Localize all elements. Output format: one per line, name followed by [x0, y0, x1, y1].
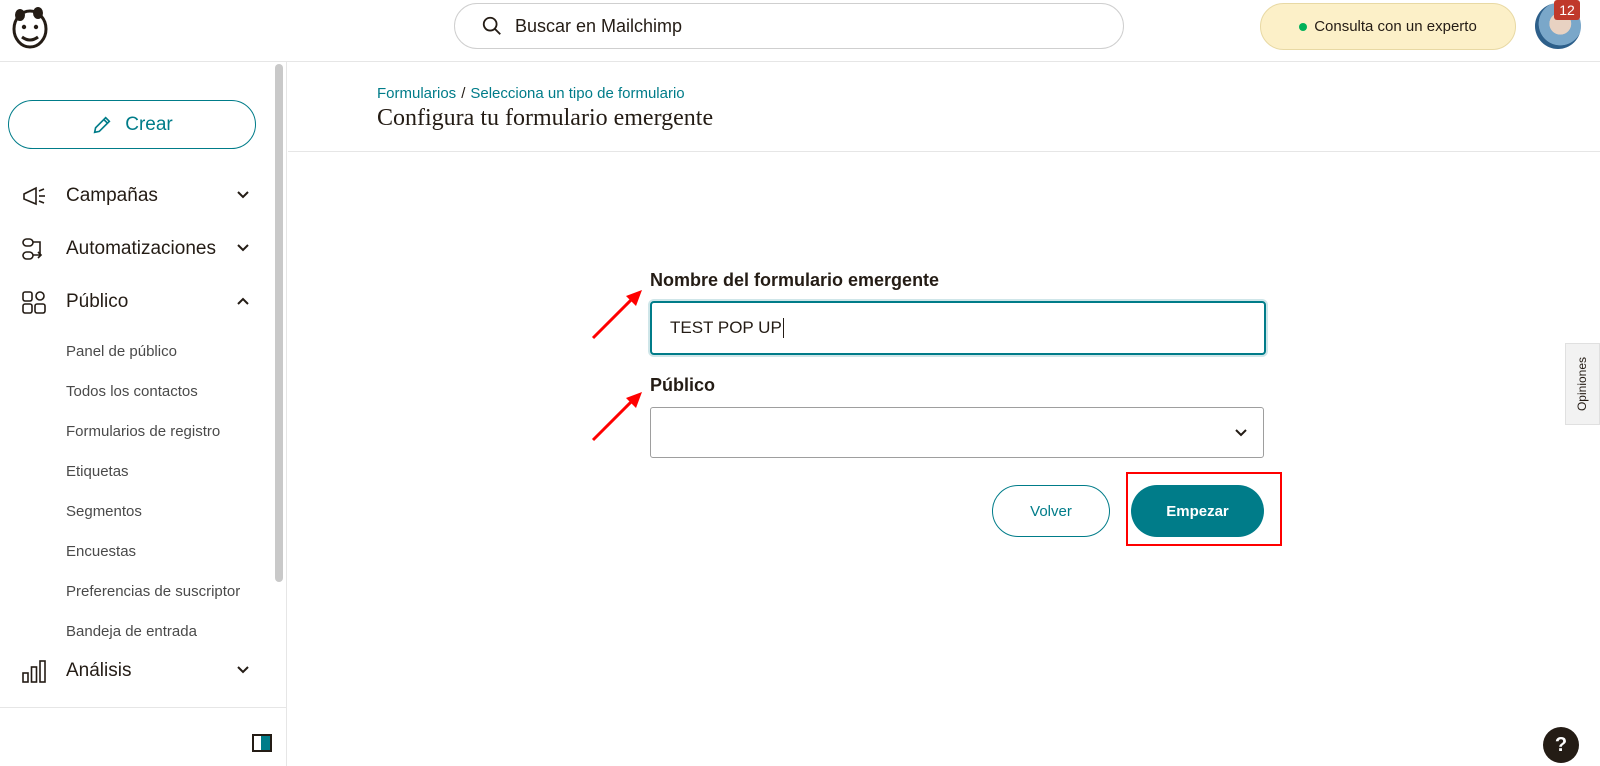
- create-label: Crear: [125, 113, 173, 135]
- megaphone-icon: [23, 186, 45, 206]
- sidebar-subitem-audience-dashboard[interactable]: Panel de público: [66, 343, 177, 360]
- top-bar: Buscar en Mailchimp Consulta con un expe…: [0, 0, 1600, 62]
- sidebar-item-automations[interactable]: Automatizaciones: [20, 229, 256, 269]
- popup-name-value: TEST POP UP: [670, 318, 782, 337]
- sidebar-item-audience[interactable]: Público: [20, 282, 256, 322]
- annotation-highlight-box: [1126, 472, 1282, 546]
- sidebar-subitem-tags[interactable]: Etiquetas: [66, 463, 129, 480]
- sidebar-item-campaigns[interactable]: Campañas: [20, 176, 256, 216]
- sidebar-scrollbar[interactable]: [275, 64, 283, 582]
- chevron-down-icon: [237, 244, 249, 252]
- page-title: Configura tu formulario emergente: [377, 105, 714, 131]
- expert-consult-button[interactable]: Consulta con un experto: [1260, 3, 1516, 50]
- popup-name-label: Nombre del formulario emergente: [650, 270, 940, 290]
- breadcrumb-separator: /: [461, 85, 466, 102]
- automation-icon: [22, 238, 43, 260]
- sidebar-item-label: Público: [66, 291, 129, 312]
- feedback-tab[interactable]: Opiniones: [1565, 343, 1600, 425]
- chevron-up-icon: [237, 297, 249, 305]
- audience-select[interactable]: [650, 407, 1264, 458]
- notification-badge: 12: [1554, 0, 1580, 20]
- feedback-label: Opiniones: [1575, 356, 1590, 412]
- sidebar-subitem-segments[interactable]: Segmentos: [66, 503, 142, 520]
- popup-name-input[interactable]: TEST POP UP: [650, 301, 1266, 355]
- search-bar[interactable]: Buscar en Mailchimp: [454, 3, 1124, 49]
- search-placeholder: Buscar en Mailchimp: [515, 15, 683, 36]
- mailchimp-logo-icon[interactable]: [8, 3, 52, 51]
- online-status-icon: [1299, 22, 1308, 31]
- sidebar: Crear Campañas Automatizaciones Público …: [0, 62, 287, 766]
- audience-icon: [22, 291, 46, 314]
- header-divider: [288, 151, 1600, 152]
- sidebar-item-label: Automatizaciones: [66, 238, 216, 259]
- sidebar-footer: [0, 707, 286, 766]
- breadcrumb-link-form-type[interactable]: Selecciona un tipo de formulario: [470, 85, 684, 102]
- text-cursor: [782, 318, 784, 338]
- sidebar-item-analytics[interactable]: Análisis: [20, 651, 256, 691]
- sidebar-subitem-all-contacts[interactable]: Todos los contactos: [66, 383, 198, 400]
- chevron-down-icon: [237, 191, 249, 199]
- breadcrumb-link-forms[interactable]: Formularios: [377, 85, 456, 102]
- chevron-down-icon: [237, 666, 249, 674]
- search-icon: [482, 16, 501, 35]
- collapse-sidebar-icon[interactable]: [252, 734, 272, 752]
- audience-label: Público: [650, 375, 716, 395]
- help-button[interactable]: ?: [1543, 727, 1579, 763]
- annotation-arrow-icon: [591, 392, 642, 442]
- back-button[interactable]: Volver: [992, 485, 1110, 537]
- bar-chart-icon: [22, 660, 46, 683]
- chevron-down-icon: [1235, 429, 1247, 437]
- breadcrumb: Formularios / Selecciona un tipo de formul…: [377, 85, 685, 102]
- annotation-arrow-icon: [591, 290, 642, 340]
- sidebar-subitem-surveys[interactable]: Encuestas: [66, 543, 136, 560]
- sidebar-item-label: Análisis: [66, 660, 132, 681]
- sidebar-subitem-subscriber-preferences[interactable]: Preferencias de suscriptor: [66, 583, 240, 600]
- sidebar-item-label: Campañas: [66, 185, 158, 206]
- create-button[interactable]: Crear: [8, 100, 256, 149]
- sidebar-subitem-inbox[interactable]: Bandeja de entrada: [66, 623, 197, 640]
- pencil-icon: [93, 115, 111, 133]
- expert-consult-label: Consulta con un experto: [1314, 18, 1477, 35]
- sidebar-subitem-signup-forms[interactable]: Formularios de registro: [66, 423, 220, 440]
